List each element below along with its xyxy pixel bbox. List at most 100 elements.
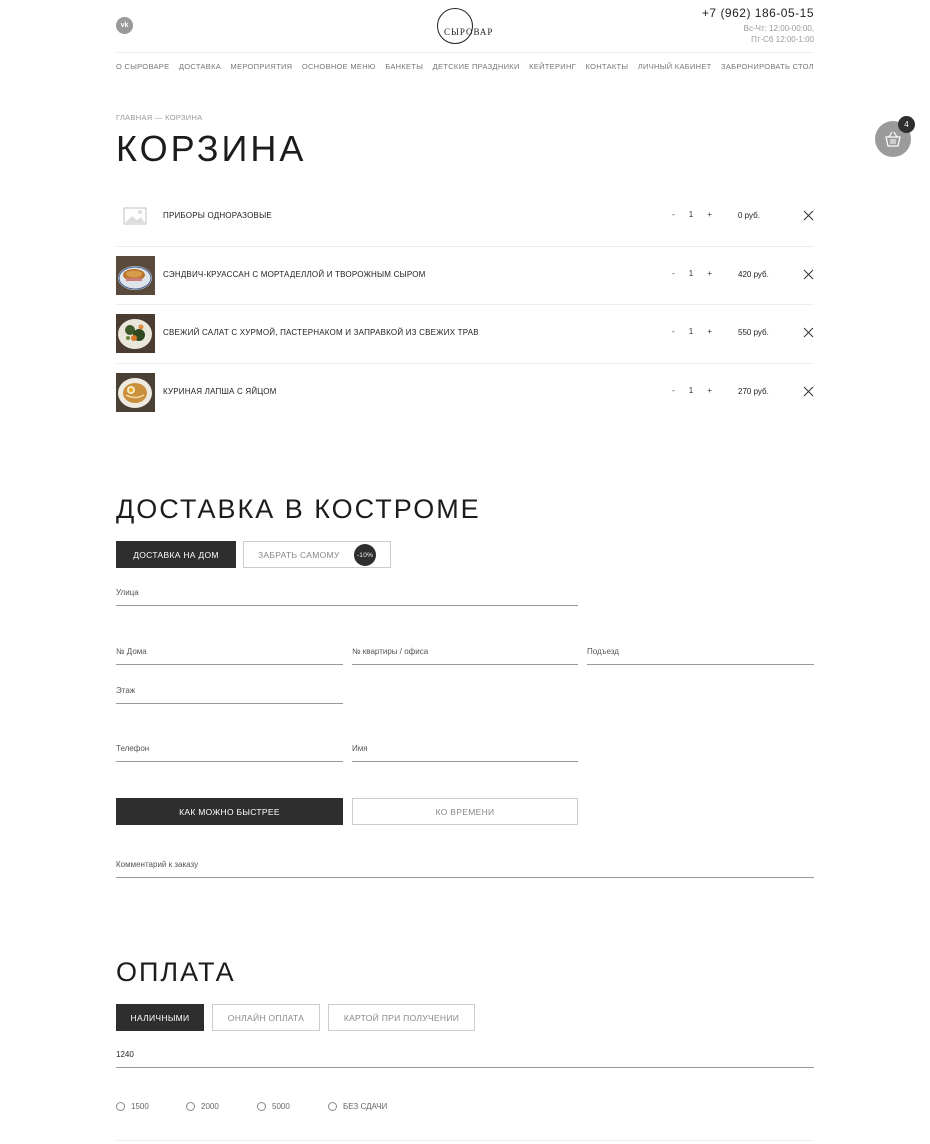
house-field-label: № Дома	[116, 647, 147, 656]
remove-item-icon[interactable]	[803, 269, 814, 280]
nav-item-booking[interactable]: ЗАБРОНИРОВАТЬ СТОЛ	[721, 62, 814, 71]
qty-value: 1	[688, 210, 694, 219]
qty-minus-button[interactable]: -	[672, 210, 675, 219]
discount-badge: -10%	[354, 544, 376, 566]
cart-row: СЭНДВИЧ-КРУАССАН С МОРТАДЕЛЛОЙ И ТВОРОЖН…	[116, 247, 814, 306]
placeholder-image-icon	[116, 197, 155, 236]
street-field-label: Улица	[116, 588, 139, 597]
floor-field[interactable]: Этаж	[116, 682, 343, 704]
entrance-field-label: Подъезд	[587, 647, 619, 656]
logo[interactable]: СЫРОВАР	[437, 8, 493, 46]
qty-value: 1	[688, 268, 694, 278]
radio-label: 1500	[131, 1102, 149, 1111]
qty-plus-button[interactable]: +	[707, 327, 712, 336]
qty-minus-button[interactable]: -	[672, 269, 675, 278]
hours-line-2: Пт-Сб 12:00-1:00	[751, 35, 814, 44]
logo-circle	[437, 8, 473, 44]
nav-item-banquets[interactable]: БАНКЕТЫ	[385, 62, 423, 71]
item-price: 550 руб.	[738, 328, 769, 338]
qty-value: 1	[688, 327, 694, 337]
qty-minus-button[interactable]: -	[672, 327, 675, 336]
name-field[interactable]: Имя	[352, 740, 578, 762]
radio-label: 5000	[272, 1102, 290, 1111]
radio-circle-icon	[328, 1102, 337, 1111]
cart-list: ПРИБОРЫ ОДНОРАЗОВЫЕ - 1 + 0 руб. СЭНДВИЧ…	[116, 188, 814, 423]
basket-icon	[885, 131, 901, 147]
name-field-label: Имя	[352, 744, 368, 753]
noodle-soup-photo	[116, 373, 155, 413]
header-hours: Вс-Чт: 12:00-00:00, Пт-Сб 12:00-1:00	[744, 23, 814, 45]
cash-amount-field[interactable]: 1240	[116, 1046, 814, 1068]
radio-label: 2000	[201, 1102, 219, 1111]
item-price: 0 руб.	[738, 211, 760, 220]
radio-no-change[interactable]: БЕЗ СДАЧИ	[328, 1102, 387, 1111]
asap-button[interactable]: КАК МОЖНО БЫСТРЕЕ	[116, 798, 343, 825]
main-nav: О СЫРОВАРЕ ДОСТАВКА МЕРОПРИЯТИЯ ОСНОВНОЕ…	[116, 52, 814, 80]
remove-item-icon[interactable]	[803, 327, 814, 338]
nav-item-account[interactable]: ЛИЧНЫЙ КАБИНЕТ	[638, 62, 712, 71]
tab-pickup[interactable]: ЗАБРАТЬ САМОМУ -10%	[243, 541, 391, 568]
radio-change-2000[interactable]: 2000	[186, 1102, 219, 1111]
breadcrumb-home[interactable]: ГЛАВНАЯ	[116, 113, 153, 122]
logo-text: СЫРОВАР	[444, 27, 494, 37]
radio-circle-icon	[186, 1102, 195, 1111]
breadcrumb-separator: —	[154, 113, 163, 122]
quantity-stepper: - 1 +	[672, 269, 712, 278]
tab-cash[interactable]: НАЛИЧНЫМИ	[116, 1004, 204, 1031]
nav-item-delivery[interactable]: ДОСТАВКА	[179, 62, 221, 71]
cart-row: СВЕЖИЙ САЛАТ С ХУРМОЙ, ПАСТЕРНАКОМ И ЗАП…	[116, 305, 814, 365]
qty-minus-button[interactable]: -	[672, 386, 675, 395]
page-title: КОРЗИНА	[116, 128, 307, 169]
remove-item-icon[interactable]	[803, 210, 814, 221]
phone-field[interactable]: Телефон	[116, 740, 343, 762]
apartment-field-label: № квартиры / офиса	[352, 647, 429, 656]
nav-item-contacts[interactable]: КОНТАКТЫ	[586, 62, 629, 71]
item-name: ПРИБОРЫ ОДНОРАЗОВЫЕ	[163, 211, 272, 220]
entrance-field[interactable]: Подъезд	[587, 643, 814, 665]
radio-change-5000[interactable]: 5000	[257, 1102, 290, 1111]
delivery-title: ДОСТАВКА В КОСТРОМЕ	[116, 494, 481, 524]
quantity-stepper: - 1 +	[672, 210, 712, 219]
item-name: КУРИНАЯ ЛАПША С ЯЙЦОМ	[163, 387, 277, 397]
cash-amount-value: 1240	[116, 1050, 134, 1059]
qty-plus-button[interactable]: +	[707, 386, 712, 395]
street-field[interactable]: Улица	[116, 584, 578, 606]
nav-item-events[interactable]: МЕРОПРИЯТИЯ	[231, 62, 293, 71]
house-field[interactable]: № Дома	[116, 643, 343, 665]
comment-field[interactable]: Комментарий к заказу	[116, 856, 814, 878]
comment-field-label: Комментарий к заказу	[116, 860, 199, 869]
divider	[116, 1140, 814, 1141]
payment-title: ОПЛАТА	[116, 957, 236, 987]
qty-value: 1	[688, 386, 694, 396]
item-name: СВЕЖИЙ САЛАТ С ХУРМОЙ, ПАСТЕРНАКОМ И ЗАП…	[163, 328, 479, 338]
nav-item-menu[interactable]: ОСНОВНОЕ МЕНЮ	[302, 62, 376, 71]
radio-label: БЕЗ СДАЧИ	[343, 1102, 388, 1111]
floor-field-label: Этаж	[116, 686, 136, 695]
tab-online-payment[interactable]: ОНЛАЙН ОПЛАТА	[212, 1004, 320, 1031]
tab-home-delivery[interactable]: ДОСТАВКА НА ДОМ	[116, 541, 236, 568]
by-time-button[interactable]: КО ВРЕМЕНИ	[352, 798, 578, 825]
cart-count-badge: 4	[898, 116, 915, 133]
item-price: 270 руб.	[738, 387, 769, 397]
nav-item-catering[interactable]: КЕЙТЕРИНГ	[529, 62, 576, 71]
item-name: СЭНДВИЧ-КРУАССАН С МОРТАДЕЛЛОЙ И ТВОРОЖН…	[163, 269, 426, 279]
quantity-stepper: - 1 +	[672, 327, 712, 336]
cart-row: ПРИБОРЫ ОДНОРАЗОВЫЕ - 1 + 0 руб.	[116, 188, 814, 247]
qty-plus-button[interactable]: +	[707, 269, 712, 278]
remove-item-icon[interactable]	[803, 386, 814, 397]
nav-item-about[interactable]: О СЫРОВАРЕ	[116, 62, 169, 71]
apartment-field[interactable]: № квартиры / офиса	[352, 643, 578, 665]
radio-circle-icon	[116, 1102, 125, 1111]
phone-field-label: Телефон	[116, 744, 150, 753]
salad-photo	[116, 314, 155, 354]
cart-row: КУРИНАЯ ЛАПША С ЯЙЦОМ - 1 + 270 руб.	[116, 364, 814, 423]
header-phone[interactable]: +7 (962) 186-05-15	[702, 6, 814, 20]
breadcrumb: ГЛАВНАЯ — КОРЗИНА	[116, 113, 203, 122]
hours-line-1: Вс-Чт: 12:00-00:00,	[743, 24, 814, 33]
nav-item-kids[interactable]: ДЕТСКИЕ ПРАЗДНИКИ	[433, 62, 520, 71]
qty-plus-button[interactable]: +	[707, 210, 712, 219]
radio-change-1500[interactable]: 1500	[116, 1102, 149, 1111]
vk-icon[interactable]: vk	[116, 17, 133, 34]
quantity-stepper: - 1 +	[672, 386, 712, 395]
tab-card-on-delivery[interactable]: КАРТОЙ ПРИ ПОЛУЧЕНИИ	[328, 1004, 475, 1031]
